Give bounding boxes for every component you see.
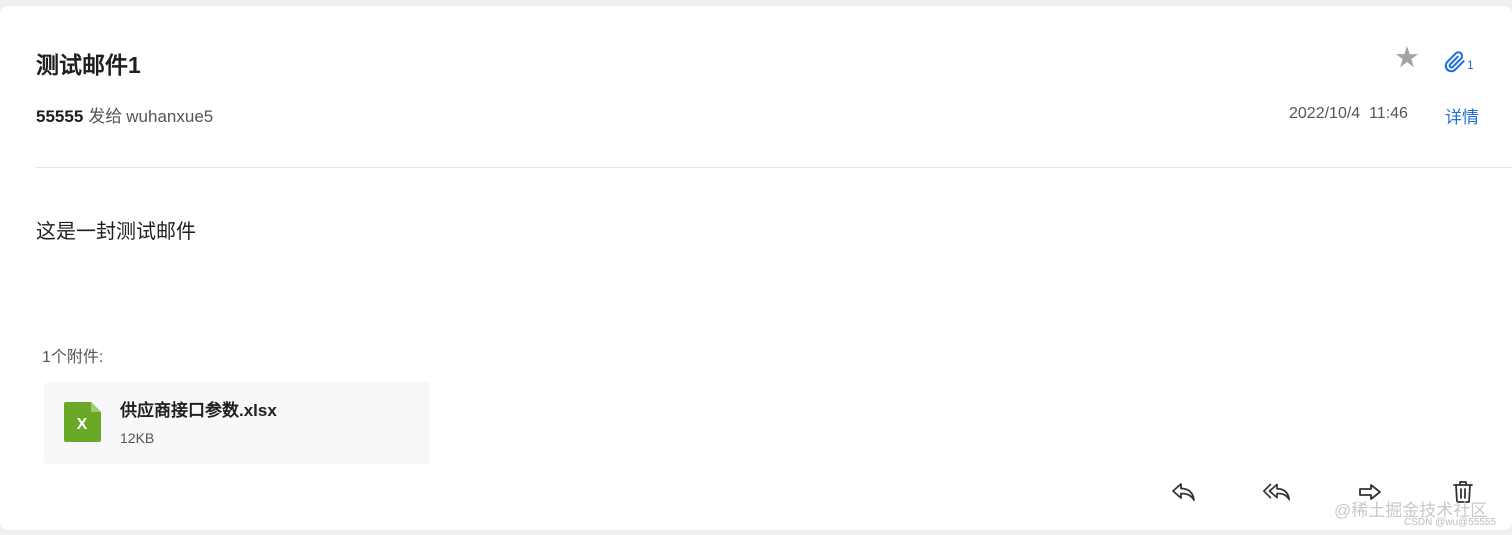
email-view: 测试邮件1 ★ 1 55555 发给 wuhanxue5 2022/10/4 11:… xyxy=(0,6,1512,530)
attachment-file-name[interactable]: 供应商接口参数.xlsx xyxy=(120,396,277,421)
reply-all-icon xyxy=(1263,483,1291,501)
recipient-name[interactable]: wuhanxue5 xyxy=(126,107,213,126)
watermark-subtext: CSDN @wu@55555 xyxy=(1404,517,1497,528)
paperclip-icon xyxy=(1444,50,1466,74)
attachments-label: 1个附件: xyxy=(42,349,104,366)
attachment-count: 1 xyxy=(1467,58,1474,72)
star-icon[interactable]: ★ xyxy=(1394,44,1420,73)
email-datetime: 2022/10/4 11:46 xyxy=(1289,105,1408,123)
reply-button[interactable] xyxy=(1169,478,1199,506)
details-link[interactable]: 详情 xyxy=(1445,103,1479,128)
attachment-file-size: 12KB xyxy=(120,430,155,446)
attachment-indicator[interactable]: 1 xyxy=(1444,50,1474,74)
email-meta: 55555 发给 wuhanxue5 xyxy=(36,102,213,127)
email-subject: 测试邮件1 xyxy=(36,52,141,78)
reply-all-button[interactable] xyxy=(1262,478,1292,506)
reply-icon xyxy=(1172,483,1195,501)
excel-file-icon-letter: X xyxy=(77,416,88,433)
excel-file-icon: X xyxy=(64,402,101,442)
sender-name[interactable]: 55555 xyxy=(36,107,83,126)
email-body: 这是一封测试邮件 xyxy=(36,221,196,243)
email-date: 2022/10/4 xyxy=(1289,105,1361,122)
email-time: 11:46 xyxy=(1369,105,1408,122)
send-verb: 发给 xyxy=(88,107,123,126)
divider xyxy=(36,167,1512,168)
attachment-item[interactable]: X 供应商接口参数.xlsx 12KB xyxy=(44,382,430,464)
